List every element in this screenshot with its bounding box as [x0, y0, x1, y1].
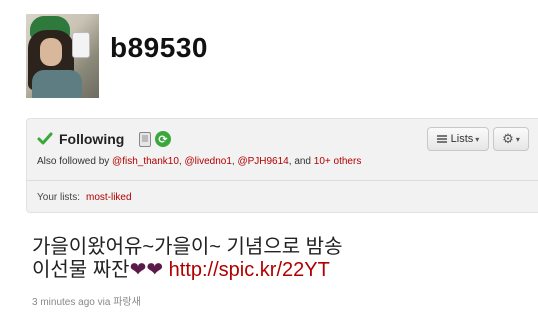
tweet-line-2: 이선물 짜잔❤❤ http://spic.kr/22YT — [32, 259, 330, 281]
lists-button[interactable]: Lists ▾ — [427, 127, 489, 151]
lists-button-label: Lists — [450, 133, 474, 145]
tweet-meta: 3 minutes ago via 파랑새 — [32, 297, 141, 308]
follow-box: Following ⟳ Lists ▾ ⚙ ▾ Also followed by… — [26, 118, 538, 213]
followed-by-user[interactable]: @livedno1 — [184, 156, 231, 167]
profile-header: b89530 — [26, 14, 526, 98]
chevron-down-icon: ▾ — [475, 134, 480, 144]
retweet-icon[interactable]: ⟳ — [155, 131, 171, 147]
tweet-text: 가을이왔어유~가을이~ 기념으로 밤송 이선물 짜잔❤❤ http://spic… — [32, 236, 512, 282]
timestamp[interactable]: 3 minutes ago — [32, 297, 95, 308]
client-link[interactable]: 파랑새 — [113, 297, 141, 308]
list-icon — [436, 135, 447, 143]
tweet-line-1: 가을이왔어유~가을이~ 기념으로 밤송 — [32, 236, 343, 258]
followed-by-user[interactable]: @fish_thank10 — [112, 156, 179, 167]
your-lists: Your lists: most-liked — [37, 192, 132, 203]
chevron-down-icon: ▾ — [515, 134, 520, 144]
following-label: Following — [59, 131, 125, 147]
hearts: ❤❤ — [129, 259, 164, 281]
check-icon — [37, 131, 53, 147]
also-followed-by: Also followed by @fish_thank10, @livedno… — [37, 156, 362, 167]
list-link-most-liked[interactable]: most-liked — [86, 192, 132, 203]
gear-icon: ⚙ — [502, 131, 514, 146]
screen-name: b89530 — [110, 32, 208, 63]
avatar-phone — [72, 32, 90, 58]
avatar-shirt — [32, 70, 82, 98]
divider — [27, 180, 538, 181]
actions-menu-button[interactable]: ⚙ ▾ — [493, 127, 529, 151]
device-notifications-icon[interactable] — [139, 132, 151, 147]
avatar[interactable] — [26, 14, 99, 98]
others-link[interactable]: 10+ others — [314, 156, 362, 167]
followed-by-user[interactable]: @PJH9614 — [237, 156, 288, 167]
following-status[interactable]: Following — [37, 131, 124, 147]
avatar-face — [40, 38, 62, 66]
tweet-link[interactable]: http://spic.kr/22YT — [169, 259, 330, 281]
